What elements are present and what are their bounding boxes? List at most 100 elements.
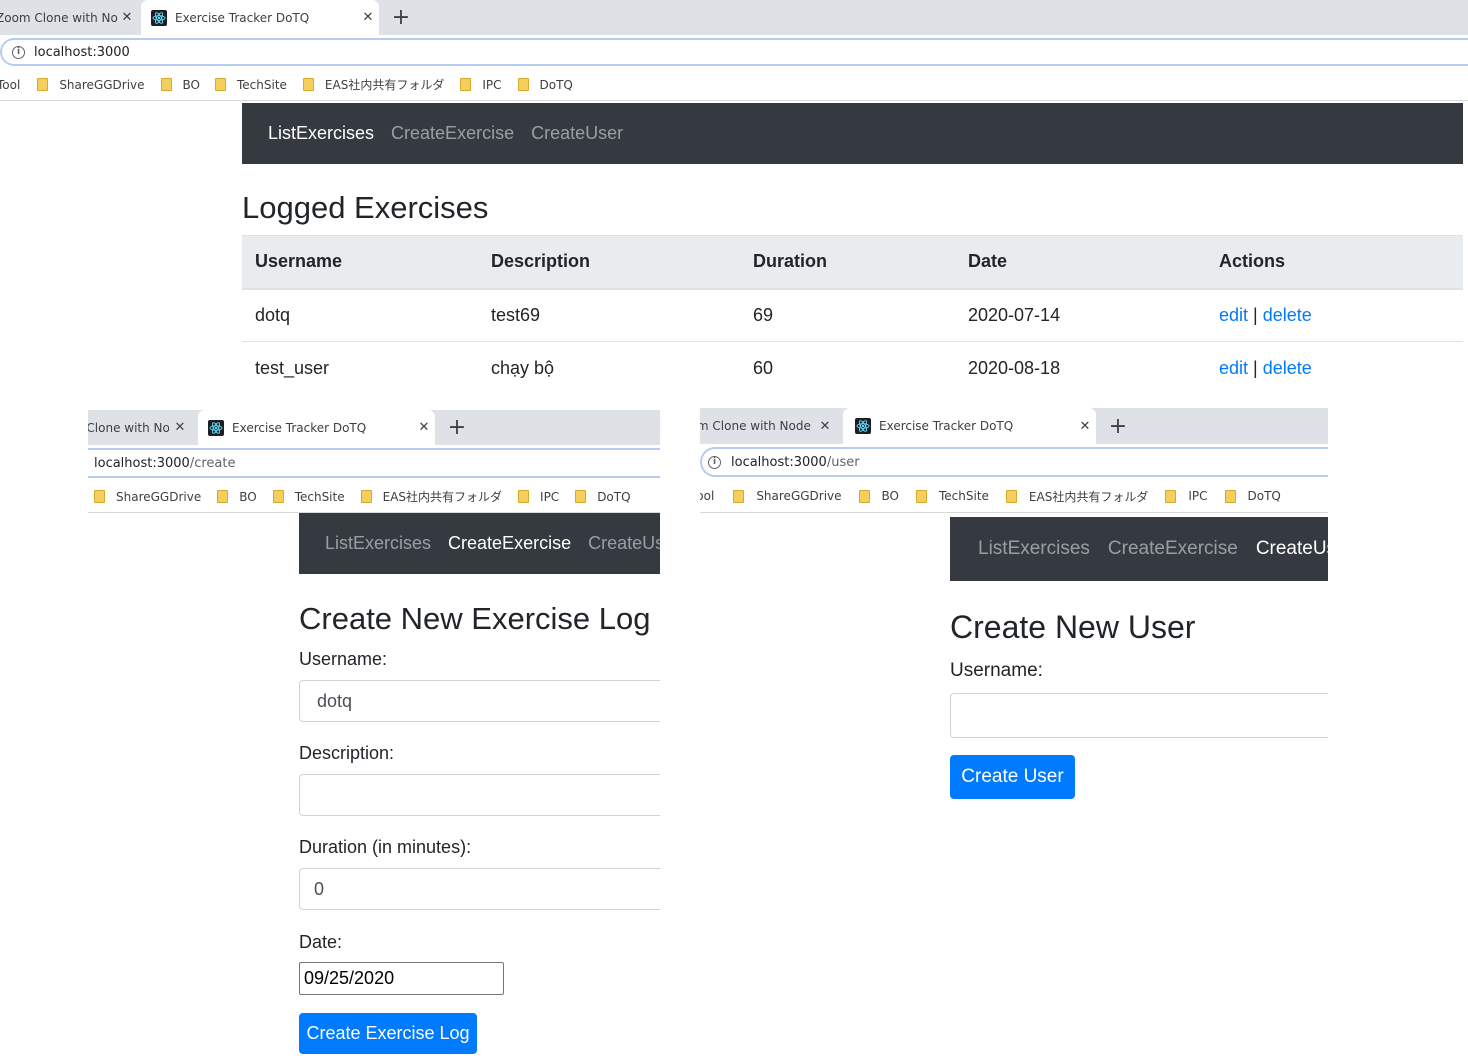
tab-zoom-clone[interactable]: Zoom Clone with Node ✕ bbox=[88, 410, 191, 445]
nav-create-user[interactable]: CreateUser bbox=[1256, 538, 1328, 560]
bookmark-dotq[interactable]: DoTQ bbox=[517, 77, 573, 92]
folder-icon bbox=[517, 78, 529, 91]
cell-actions: edit | delete bbox=[1206, 341, 1463, 395]
url-host: localhost:3000 bbox=[731, 454, 827, 470]
tab-exercise-tracker[interactable]: Exercise Tracker DoTQ ✕ bbox=[141, 0, 379, 35]
react-icon bbox=[208, 419, 224, 436]
bookmark-label: EAS社内共有フォルダ bbox=[324, 78, 445, 92]
create-user-button[interactable]: Create User bbox=[950, 755, 1075, 799]
bookmark-eas[interactable]: EAS社内共有フォルダ bbox=[360, 488, 503, 505]
page-title: Create New Exercise Log bbox=[299, 601, 651, 636]
address-bar[interactable]: localhost:3000/create bbox=[88, 448, 660, 478]
bookmark-eas[interactable]: EAS社内共有フォルダ bbox=[302, 76, 445, 93]
bookmark-label: ShareGGDrive bbox=[116, 489, 202, 504]
description-label: Description: bbox=[299, 743, 395, 763]
bookmark-techsite[interactable]: TechSite bbox=[916, 489, 989, 503]
bookmark-dotq[interactable]: DoTQ bbox=[575, 490, 631, 504]
bookmark-bo[interactable]: BO bbox=[217, 490, 257, 504]
bookmark-ipc[interactable]: IPC bbox=[1165, 489, 1208, 503]
nav-create-user[interactable]: CreateUser bbox=[531, 123, 623, 144]
tab-zoom-clone[interactable]: Zoom Clone with Node ✕ bbox=[0, 0, 136, 35]
folder-icon bbox=[217, 490, 229, 503]
date-picker-input[interactable]: 09/25/2020 bbox=[299, 962, 504, 995]
tab-title: Zoom Clone with Node bbox=[88, 420, 169, 435]
bookmark-ipc[interactable]: IPC bbox=[460, 77, 502, 92]
duration-input[interactable]: 0 bbox=[299, 868, 660, 910]
create-exercise-log-button[interactable]: Create Exercise Log bbox=[299, 1013, 477, 1054]
bookmark-tool[interactable]: Tool bbox=[700, 489, 714, 503]
description-input[interactable] bbox=[299, 774, 660, 816]
info-icon[interactable]: i bbox=[708, 455, 721, 469]
nav-create-exercise[interactable]: CreateExercise bbox=[391, 123, 514, 144]
bookmark-label: TechSite bbox=[294, 489, 345, 504]
close-icon[interactable]: ✕ bbox=[169, 420, 191, 435]
bookmark-ipc[interactable]: IPC bbox=[518, 490, 559, 504]
bookmark-bo[interactable]: BO bbox=[160, 78, 200, 92]
tab-strip: Zoom Clone with Node ✕ Exercise Tracker … bbox=[700, 408, 1328, 444]
delete-link[interactable]: delete bbox=[1263, 358, 1312, 378]
folder-icon bbox=[37, 78, 49, 91]
nav-create-exercise[interactable]: CreateExercise bbox=[1108, 538, 1238, 560]
bookmark-tool[interactable]: Tool bbox=[0, 78, 20, 92]
address-bar-row: i localhost:3000/user bbox=[700, 444, 1328, 480]
nav-list-exercises[interactable]: ListExercises bbox=[978, 538, 1090, 560]
delete-link[interactable]: delete bbox=[1263, 305, 1312, 325]
bookmark-label: IPC bbox=[482, 77, 502, 92]
bookmark-label: EAS社内共有フォルダ bbox=[382, 490, 503, 504]
address-bar[interactable]: i localhost:3000/user bbox=[700, 447, 1328, 477]
nav-list-exercises[interactable]: ListExercises bbox=[268, 123, 374, 144]
nav-list-exercises[interactable]: ListExercises bbox=[325, 533, 431, 554]
bookmark-dotq[interactable]: DoTQ bbox=[1224, 489, 1281, 503]
close-icon[interactable]: ✕ bbox=[814, 419, 836, 434]
edit-link[interactable]: edit bbox=[1219, 358, 1248, 378]
folder-icon bbox=[1224, 489, 1236, 503]
address-bar-row: i localhost:3000 bbox=[0, 35, 1468, 69]
bookmarks-bar: ShareGGDrive BO TechSite EAS社内共有フォルダ IPC… bbox=[88, 481, 660, 513]
column-header-actions: Actions bbox=[1206, 235, 1463, 290]
bookmark-techsite[interactable]: TechSite bbox=[272, 489, 345, 504]
bookmark-label: DoTQ bbox=[539, 77, 573, 92]
bookmark-sharegdrive[interactable]: ShareGGDrive bbox=[733, 489, 842, 503]
bookmark-label: ShareGGDrive bbox=[59, 77, 145, 92]
folder-icon bbox=[858, 489, 870, 503]
username-select[interactable]: dotq bbox=[299, 680, 660, 722]
cell-duration: 69 bbox=[740, 288, 955, 342]
close-icon[interactable]: ✕ bbox=[118, 10, 136, 25]
screenshot-create-exercise: Zoom Clone with Node ✕ Exercise Tracker … bbox=[88, 410, 660, 1058]
bookmark-techsite[interactable]: TechSite bbox=[215, 78, 287, 92]
bookmark-label: IPC bbox=[1188, 489, 1208, 503]
new-tab-button[interactable]: + bbox=[444, 410, 470, 445]
tab-exercise-tracker[interactable]: Exercise Tracker DoTQ ✕ bbox=[843, 408, 1096, 444]
bookmark-bo[interactable]: BO bbox=[858, 489, 899, 503]
close-icon[interactable]: ✕ bbox=[357, 10, 379, 25]
bookmark-label: BO bbox=[881, 489, 899, 503]
nav-create-user[interactable]: CreateUser bbox=[588, 533, 660, 554]
folder-icon bbox=[302, 78, 314, 91]
react-icon bbox=[151, 9, 167, 26]
address-bar[interactable]: i localhost:3000 bbox=[0, 38, 1468, 66]
url-host: localhost:3000 bbox=[34, 44, 130, 60]
new-tab-button[interactable]: + bbox=[1105, 408, 1131, 444]
tab-zoom-clone[interactable]: Zoom Clone with Node ✕ bbox=[700, 408, 836, 444]
bookmark-eas[interactable]: EAS社内共有フォルダ bbox=[1005, 488, 1148, 505]
folder-icon bbox=[460, 78, 472, 91]
cell-username: test_user bbox=[242, 341, 478, 395]
tab-strip: Zoom Clone with Node ✕ Exercise Tracker … bbox=[88, 410, 660, 445]
new-tab-button[interactable]: + bbox=[388, 0, 414, 35]
column-header-username: Username bbox=[242, 235, 478, 290]
bookmark-sharegdrive[interactable]: ShareGGDrive bbox=[37, 77, 145, 92]
edit-link[interactable]: edit bbox=[1219, 305, 1248, 325]
nav-create-exercise[interactable]: CreateExercise bbox=[448, 533, 571, 554]
info-icon[interactable]: i bbox=[12, 45, 25, 59]
bookmark-sharegdrive[interactable]: ShareGGDrive bbox=[94, 490, 201, 504]
tab-exercise-tracker[interactable]: Exercise Tracker DoTQ ✕ bbox=[198, 410, 435, 445]
tab-title: Zoom Clone with Node bbox=[700, 419, 811, 433]
folder-icon bbox=[360, 490, 372, 503]
close-icon[interactable]: ✕ bbox=[413, 420, 435, 435]
close-icon[interactable]: ✕ bbox=[1074, 419, 1096, 434]
react-icon bbox=[855, 418, 871, 434]
column-header-duration: Duration bbox=[740, 235, 955, 290]
exercises-table: Username Description Duration Date Actio… bbox=[242, 235, 1463, 395]
bookmark-label: Tool bbox=[0, 77, 21, 92]
username-input[interactable] bbox=[950, 693, 1328, 738]
